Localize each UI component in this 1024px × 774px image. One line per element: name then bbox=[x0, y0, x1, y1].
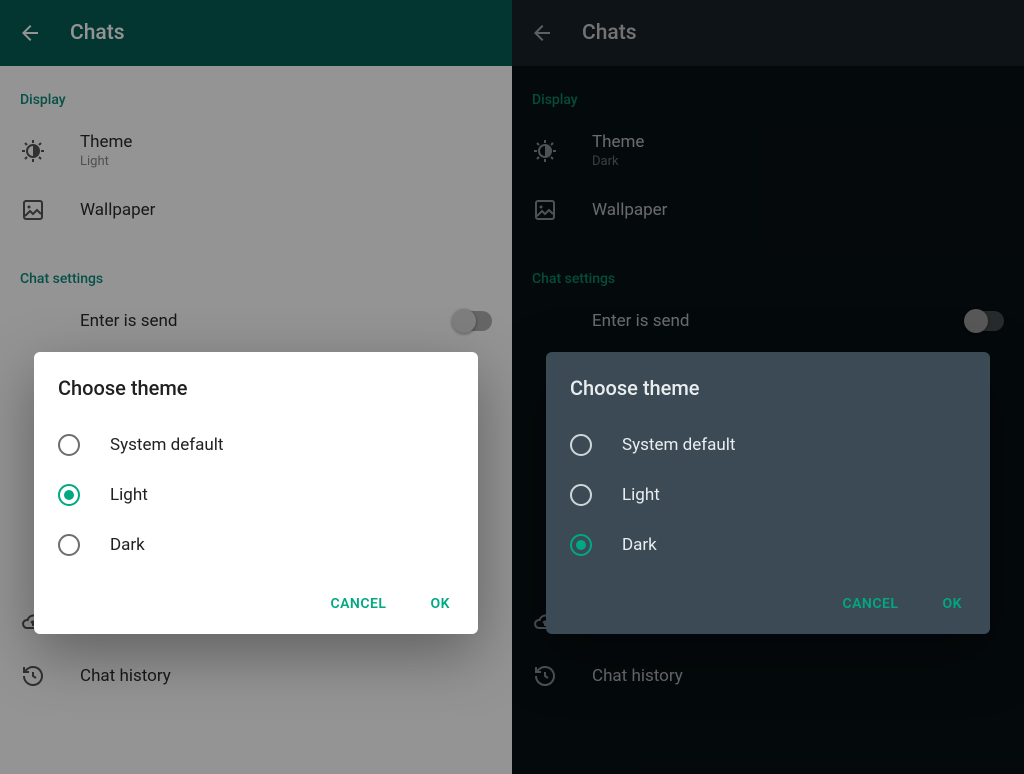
chat-history-row[interactable]: Chat history bbox=[0, 649, 512, 703]
radio-icon bbox=[570, 534, 592, 556]
radio-icon bbox=[58, 434, 80, 456]
theme-option-dark[interactable]: Dark bbox=[570, 520, 966, 570]
theme-option-light[interactable]: Light bbox=[58, 470, 454, 520]
back-button[interactable] bbox=[18, 21, 42, 45]
wallpaper-row[interactable]: Wallpaper bbox=[0, 183, 512, 237]
cancel-button[interactable]: CANCEL bbox=[326, 588, 390, 620]
theme-icon bbox=[532, 138, 558, 164]
page-title: Chats bbox=[70, 21, 125, 45]
theme-icon bbox=[20, 138, 46, 164]
section-display: Display bbox=[0, 84, 512, 118]
theme-row[interactable]: Theme Light bbox=[0, 118, 512, 183]
dialog-title: Choose theme bbox=[58, 376, 454, 400]
history-icon bbox=[20, 663, 46, 689]
ok-button[interactable]: OK bbox=[426, 588, 454, 620]
theme-option-system[interactable]: System default bbox=[58, 420, 454, 470]
theme-row[interactable]: Theme Dark bbox=[512, 118, 1024, 183]
enter-send-label: Enter is send bbox=[80, 311, 178, 331]
option-label: System default bbox=[622, 435, 735, 455]
enter-send-label: Enter is send bbox=[592, 311, 690, 331]
chat-history-label: Chat history bbox=[592, 666, 683, 686]
theme-value: Dark bbox=[592, 154, 644, 169]
option-label: Light bbox=[110, 485, 148, 505]
history-icon bbox=[532, 663, 558, 689]
theme-label: Theme bbox=[80, 132, 132, 152]
theme-dialog: Choose theme System default Light Dark C… bbox=[546, 352, 990, 634]
theme-option-dark[interactable]: Dark bbox=[58, 520, 454, 570]
section-display: Display bbox=[512, 84, 1024, 118]
cancel-button[interactable]: CANCEL bbox=[838, 588, 902, 620]
radio-icon bbox=[570, 484, 592, 506]
enter-send-row[interactable]: Enter is send bbox=[512, 297, 1024, 345]
theme-option-system[interactable]: System default bbox=[570, 420, 966, 470]
option-label: System default bbox=[110, 435, 223, 455]
option-label: Light bbox=[622, 485, 660, 505]
ok-button[interactable]: OK bbox=[938, 588, 966, 620]
wallpaper-icon bbox=[532, 197, 558, 223]
radio-icon bbox=[58, 534, 80, 556]
radio-icon bbox=[58, 484, 80, 506]
chat-history-label: Chat history bbox=[80, 666, 171, 686]
header: Chats bbox=[512, 0, 1024, 66]
wallpaper-icon bbox=[20, 197, 46, 223]
wallpaper-label: Wallpaper bbox=[80, 200, 155, 220]
enter-send-switch[interactable] bbox=[966, 311, 1004, 331]
theme-label: Theme bbox=[592, 132, 644, 152]
header: Chats bbox=[0, 0, 512, 66]
section-chat: Chat settings bbox=[0, 263, 512, 297]
theme-option-light[interactable]: Light bbox=[570, 470, 966, 520]
section-chat: Chat settings bbox=[512, 263, 1024, 297]
dialog-title: Choose theme bbox=[570, 376, 966, 400]
option-label: Dark bbox=[622, 535, 657, 555]
enter-send-switch[interactable] bbox=[454, 311, 492, 331]
theme-dialog: Choose theme System default Light Dark C… bbox=[34, 352, 478, 634]
back-button[interactable] bbox=[530, 21, 554, 45]
chat-history-row[interactable]: Chat history bbox=[512, 649, 1024, 703]
wallpaper-row[interactable]: Wallpaper bbox=[512, 183, 1024, 237]
wallpaper-label: Wallpaper bbox=[592, 200, 667, 220]
enter-send-row[interactable]: Enter is send bbox=[0, 297, 512, 345]
page-title: Chats bbox=[582, 21, 637, 45]
theme-value: Light bbox=[80, 154, 132, 169]
radio-icon bbox=[570, 434, 592, 456]
option-label: Dark bbox=[110, 535, 145, 555]
